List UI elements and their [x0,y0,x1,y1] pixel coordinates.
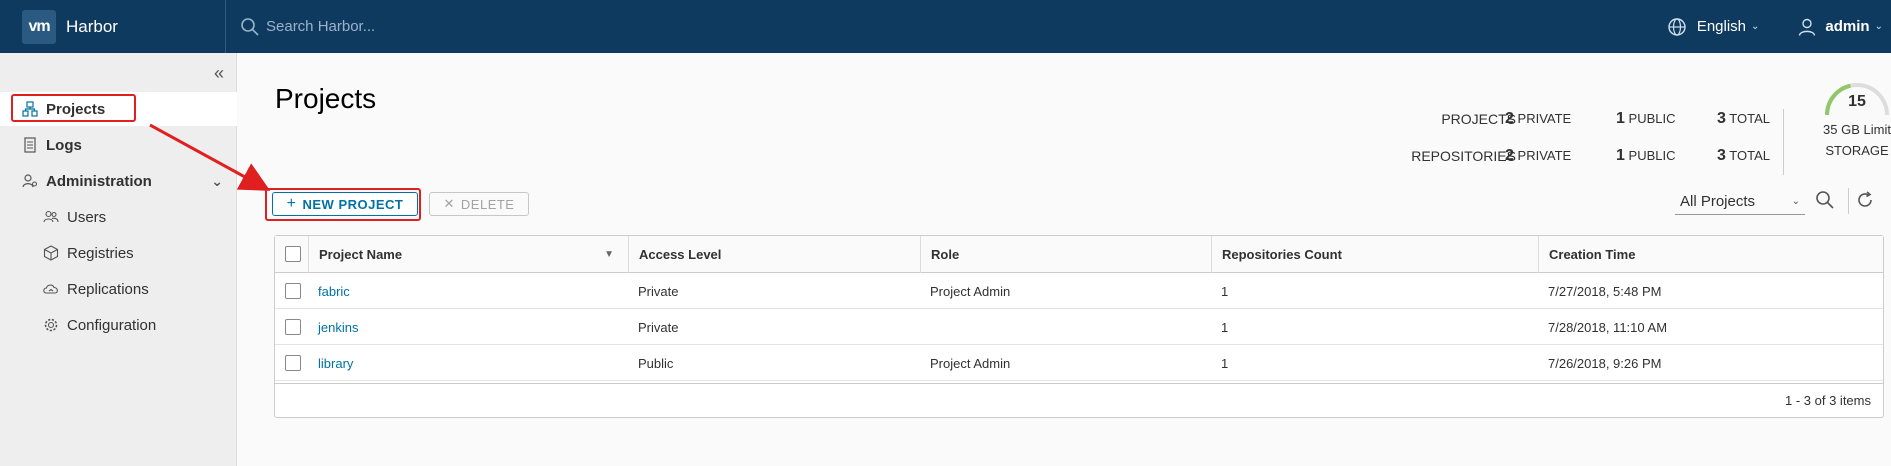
delete-label: DELETE [460,196,515,212]
main-content: Projects PROJECTS REPOSITORIES 2 PRIVATE… [237,53,1891,466]
chevron-down-icon[interactable]: ⌄ [211,173,223,190]
sidebar-item-administration[interactable]: Administration ⌄ [0,164,237,198]
app-header: vm Harbor English ⌄ admin ⌄ [0,0,1891,53]
column-header-creation-time[interactable]: Creation Time [1538,236,1883,273]
globe-icon [1668,17,1686,36]
summary-divider [1783,109,1784,175]
column-header-repositories-count[interactable]: Repositories Count [1211,236,1538,273]
select-all-checkbox[interactable] [285,246,301,262]
logs-icon [22,137,38,153]
annotation-highlight-projects [11,94,136,122]
access-level: Private [638,319,679,335]
projects-total: 3 TOTAL [1717,110,1770,127]
close-icon: ✕ [443,196,455,211]
chevron-down-icon: ⌄ [1791,196,1800,207]
users-icon [43,209,59,225]
replications-icon [43,281,59,297]
table-row[interactable]: jenkins Private 1 7/28/2018, 11:10 AM [275,309,1883,345]
sidebar-item-registries[interactable]: Registries [0,236,237,270]
global-search [225,0,825,53]
role: Project Admin [930,355,1011,371]
row-checkbox[interactable] [285,319,301,335]
chevron-down-icon: ⌄ [1751,21,1760,32]
project-name-link[interactable]: jenkins [308,309,358,345]
search-icon[interactable] [1815,190,1837,212]
page-title: Projects [275,83,377,114]
creation-time: 7/28/2018, 11:10 AM [1548,319,1668,335]
storage-limit: 35 GB Limit [1823,122,1891,137]
delete-button[interactable]: ✕ DELETE [429,192,529,216]
user-menu[interactable]: admin ⌄ [1797,17,1883,37]
projects-datagrid: Project Name ▼ Access Level Role Reposit… [274,235,1884,418]
storage-label: STORAGE [1825,143,1889,158]
sidebar-item-label: Logs [46,136,82,154]
storage-value: 15 [1848,93,1866,110]
chevron-down-icon: ⌄ [1874,21,1883,32]
brand-name: Harbor [66,16,118,36]
column-label: Project Name [319,247,403,262]
datagrid-header: Project Name ▼ Access Level Role Reposit… [275,236,1883,273]
search-input[interactable] [266,18,666,35]
sidebar-item-label: Replications [67,280,149,298]
language-selector[interactable]: English ⌄ [1667,17,1760,37]
collapse-sidebar-icon[interactable]: « [214,63,224,84]
column-label: Role [931,247,960,262]
brand[interactable]: vm Harbor [0,0,210,53]
sidebar-item-users[interactable]: Users [0,200,237,234]
annotation-highlight-new-project [265,188,421,221]
projects-public: 1 PUBLIC [1616,110,1676,127]
sidebar-item-replications[interactable]: Replications [0,272,237,306]
refresh-icon[interactable] [1855,190,1877,212]
user-icon [1799,18,1816,36]
sidebar-item-label: Users [67,208,107,226]
column-label: Repositories Count [1222,247,1342,262]
language-label: English [1696,18,1747,35]
project-name-link[interactable]: library [308,345,353,381]
sidebar-item-logs[interactable]: Logs [0,128,237,162]
username: admin [1825,18,1870,35]
repositories-public: 1 PUBLIC [1616,147,1676,164]
column-header-project-name[interactable]: Project Name ▼ [308,236,628,273]
table-row[interactable]: library Public Project Admin 1 7/26/2018… [275,345,1883,381]
role: Project Admin [930,283,1011,299]
access-level: Public [638,355,674,371]
column-label: Creation Time [1549,247,1636,262]
projects-private: 2 PRIVATE [1505,110,1572,127]
row-checkbox[interactable] [285,355,301,371]
sidebar-item-label: Registries [67,244,134,262]
creation-time: 7/27/2018, 5:48 PM [1548,283,1662,299]
storage-gauge: 15 35 GB Limit STORAGE [1807,77,1891,158]
search-icon [241,17,259,36]
registries-icon [43,245,59,261]
gear-icon [43,317,59,333]
access-level: Private [638,283,679,299]
vmware-logo: vm [22,9,56,44]
column-header-access-level[interactable]: Access Level [628,236,920,273]
table-row[interactable]: fabric Private Project Admin 1 7/27/2018… [275,273,1883,309]
repositories-count: 1 [1221,283,1229,299]
sidebar-item-configuration[interactable]: Configuration [0,308,237,342]
repositories-count: 1 [1221,319,1229,335]
repositories-summary-label: REPOSITORIES [1411,148,1516,164]
column-header-role[interactable]: Role [920,236,1211,273]
repositories-private: 2 PRIVATE [1505,147,1572,164]
pagination-description: 1 - 3 of 3 items [1785,393,1871,408]
row-checkbox[interactable] [285,283,301,299]
role [920,309,930,345]
project-name-link[interactable]: fabric [308,273,350,309]
administration-icon [22,173,38,189]
datagrid-footer: 1 - 3 of 3 items [275,383,1883,417]
projects-summary-label: PROJECTS [1441,111,1516,127]
sidebar-item-label: Configuration [67,316,157,334]
repositories-count: 1 [1221,355,1229,371]
filter-value: All Projects [1680,193,1756,210]
column-label: Access Level [639,247,722,262]
project-filter-select[interactable]: All Projects ⌄ [1675,189,1805,215]
toolbar-divider [1848,188,1849,214]
repositories-total: 3 TOTAL [1717,147,1770,164]
creation-time: 7/26/2018, 9:26 PM [1548,355,1662,371]
sidebar-item-label: Administration [46,172,152,190]
filter-icon[interactable]: ▼ [604,249,614,260]
